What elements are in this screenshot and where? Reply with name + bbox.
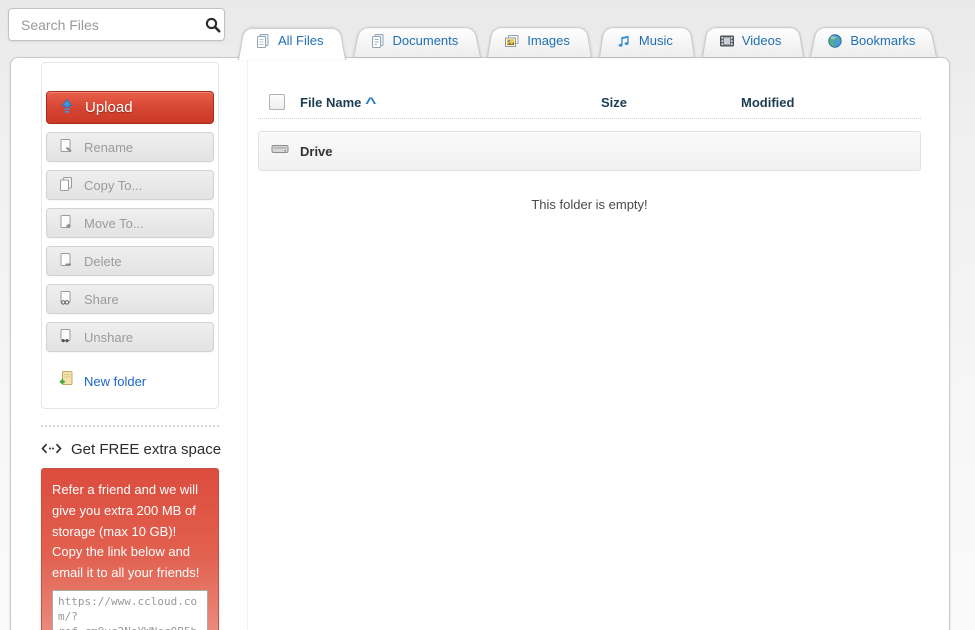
column-file-name[interactable]: File Name ^ [300,93,377,111]
sidebar: Upload Rename Copy To... Move To... Dele… [11,58,248,630]
upload-label: Upload [85,99,133,116]
button-label: Rename [84,139,134,155]
column-modified[interactable]: Modified [741,95,794,110]
search-input[interactable] [19,15,204,34]
search-icon[interactable] [204,16,222,34]
promo-heading: Get FREE extra space [41,441,221,458]
expand-arrows-icon [41,441,62,458]
button-label: Copy To... [84,177,143,193]
unshare-button[interactable]: Unshare [46,322,214,352]
documents-icon [370,33,386,49]
new-folder-label: New folder [84,373,147,389]
new-folder-icon [58,370,75,392]
images-icon [504,33,520,49]
column-label: File Name [300,94,362,110]
videos-icon [719,33,735,49]
tab-label: All Files [278,33,324,48]
tab-all-files[interactable]: All Files [238,24,346,61]
move-icon [58,214,74,233]
tab-documents[interactable]: Documents [352,24,481,57]
select-all-checkbox[interactable] [269,94,285,110]
search-box [8,8,225,41]
tab-label: Videos [741,33,782,48]
breadcrumb-drive[interactable]: Drive [258,131,921,171]
header-divider [258,118,921,119]
tab-videos[interactable]: Videos [701,24,804,57]
upload-arrow-icon [59,98,75,118]
copy-icon [58,176,74,195]
button-label: Move To... [84,215,144,231]
file-list-header: File Name ^ Size Modified [258,89,949,115]
sort-asc-icon: ^ [365,93,377,111]
app-root: All Files Documents Images Music [0,0,975,630]
all-files-icon [255,33,271,49]
empty-folder-message: This folder is empty! [531,197,648,212]
button-label: Share [84,291,119,307]
file-list-area: File Name ^ Size Modified Drive This fol… [258,58,949,630]
tab-label: Documents [392,33,459,48]
share-icon [58,290,74,309]
share-button[interactable]: Share [46,284,214,314]
drive-icon [271,142,289,161]
globe-icon [827,33,843,49]
music-note-icon [616,33,632,49]
move-to-button[interactable]: Move To... [46,208,214,238]
referral-promo-box: Refer a friend and we will give you extr… [41,468,219,630]
unshare-icon [58,328,74,347]
tab-bar: All Files Documents Images Music Videos … [238,24,944,61]
delete-button[interactable]: Delete [46,246,214,276]
rename-icon [58,138,74,157]
tab-label: Images [527,33,570,48]
breadcrumb-label: Drive [300,143,333,159]
promo-text-2: Copy the link below and email it to all … [52,544,200,581]
tab-label: Bookmarks [850,33,916,48]
tab-bookmarks[interactable]: Bookmarks [810,24,938,57]
upload-button[interactable]: Upload [46,91,214,124]
promo-heading-label: Get FREE extra space [71,441,222,458]
main-panel: Upload Rename Copy To... Move To... Dele… [10,57,950,630]
tab-music[interactable]: Music [598,24,695,57]
tab-label: Music [638,33,673,48]
button-label: Unshare [84,329,134,345]
button-label: Delete [84,253,122,269]
rename-button[interactable]: Rename [46,132,214,162]
actions-box: Upload Rename Copy To... Move To... Dele… [41,62,219,409]
delete-icon [58,252,74,271]
copy-to-button[interactable]: Copy To... [46,170,214,200]
referral-link-field[interactable]: https://www.ccloud.com/?ref=cm9yc2NoYWNo… [52,589,208,630]
column-size[interactable]: Size [601,95,627,110]
promo-text-1: Refer a friend and we will give you extr… [52,482,198,539]
tab-images[interactable]: Images [487,24,592,57]
sidebar-divider [41,425,219,427]
new-folder-link[interactable]: New folder [58,370,214,392]
